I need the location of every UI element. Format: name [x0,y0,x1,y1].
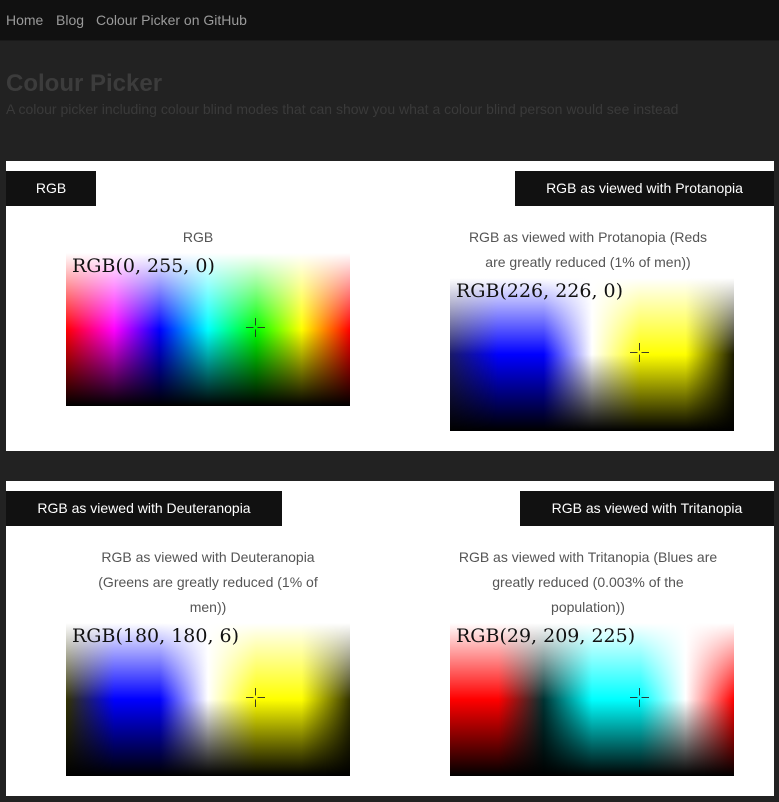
nav-link-home[interactable]: Home [6,12,43,28]
caption-protanopia: RGB as viewed with Protanopia (Reds are … [446,225,730,275]
crosshair-icon[interactable] [630,688,649,707]
colour-picker-deuteranopia[interactable]: RGB(180, 180, 6) [66,623,350,776]
caption-deuteranopia: RGB as viewed with Deuteranopia (Greens … [66,545,350,620]
colour-readout: RGB(226, 226, 0) [456,280,624,302]
caption-tritanopia: RGB as viewed with Tritanopia (Blues are… [440,545,736,620]
picker-panel-rgb-protanopia: RGB RGB as viewed with Protanopia RGB RG… [6,161,774,451]
caption-line: men)) [189,599,227,615]
colour-readout: RGB(29, 209, 225) [456,625,636,647]
crosshair-icon[interactable] [246,688,265,707]
tab-tritanopia[interactable]: RGB as viewed with Tritanopia [520,491,774,526]
picker-panel-deuteranopia-tritanopia: RGB as viewed with Deuteranopia RGB as v… [6,481,774,796]
colour-picker-tritanopia[interactable]: RGB(29, 209, 225) [450,623,734,776]
caption-line: RGB as viewed with Deuteranopia [101,549,315,565]
colour-readout: RGB(180, 180, 6) [72,625,240,647]
top-navbar: Home Blog Colour Picker on GitHub [0,0,779,41]
colour-readout: RGB(0, 255, 0) [72,255,215,277]
tab-protanopia[interactable]: RGB as viewed with Protanopia [515,171,774,206]
caption-line: population)) [551,599,625,615]
page-title: Colour Picker [6,70,163,97]
caption-line: RGB as viewed with Protanopia (Reds [468,229,708,245]
tab-rgb[interactable]: RGB [6,171,96,206]
caption-line: (Greens are greatly reduced (1% of [98,574,318,590]
nav-link-blog[interactable]: Blog [56,12,84,28]
crosshair-icon[interactable] [630,343,649,362]
page-subtitle: A colour picker including colour blind m… [6,101,679,117]
caption-line: greatly reduced (0.003% of the [492,574,684,590]
caption-rgb: RGB [66,225,330,250]
caption-line: RGB [182,229,214,245]
caption-line: are greatly reduced (1% of men)) [485,254,691,270]
colour-picker-protanopia[interactable]: RGB(226, 226, 0) [450,278,734,431]
caption-line: RGB as viewed with Tritanopia (Blues are [458,549,718,565]
tab-deuteranopia[interactable]: RGB as viewed with Deuteranopia [6,491,282,526]
crosshair-icon[interactable] [246,318,265,337]
nav-link-github[interactable]: Colour Picker on GitHub [96,12,247,28]
colour-picker-rgb[interactable]: RGB(0, 255, 0) [66,253,350,406]
